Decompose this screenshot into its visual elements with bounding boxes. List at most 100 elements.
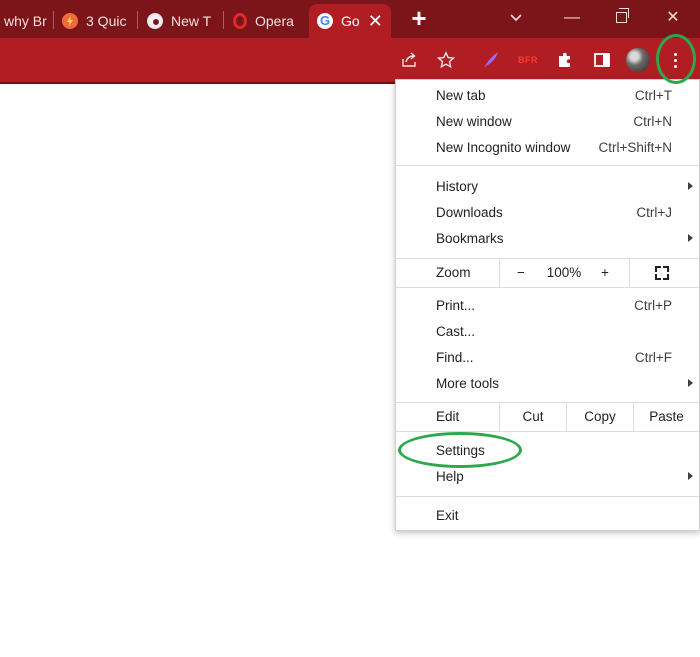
menu-item-more-tools[interactable]: More tools — [396, 370, 699, 396]
menu-label: Cast... — [436, 323, 476, 339]
bookmark-star-icon[interactable] — [434, 48, 458, 72]
submenu-arrow-icon — [688, 182, 693, 190]
menu-item-print[interactable]: Print... Ctrl+P — [396, 292, 699, 318]
menu-label: Find... — [436, 349, 474, 365]
menu-item-new-window[interactable]: New window Ctrl+N — [396, 108, 699, 134]
tab-why[interactable]: why Br — [4, 6, 48, 36]
tab-separator — [223, 11, 224, 29]
restore-button[interactable] — [598, 4, 644, 32]
menu-label: Bookmarks — [436, 230, 504, 246]
menu-label: Print... — [436, 297, 476, 313]
bolt-icon — [62, 13, 78, 29]
zoom-row: Zoom − 100% + — [396, 258, 699, 288]
feather-extension-icon[interactable] — [479, 48, 503, 72]
tab-title: New T — [171, 13, 212, 29]
share-icon[interactable] — [397, 48, 421, 72]
chrome-main-menu: New tab Ctrl+T New window Ctrl+N New Inc… — [395, 79, 700, 531]
extensions-puzzle-icon[interactable] — [553, 48, 577, 72]
kebab-dot — [673, 58, 677, 62]
menu-label: Exit — [436, 507, 459, 523]
profile-avatar[interactable] — [626, 48, 650, 72]
menu-label: New Incognito window — [436, 139, 571, 155]
kebab-dot — [673, 64, 677, 68]
avatar — [626, 48, 650, 72]
edit-row: Edit Cut Copy Paste — [396, 402, 699, 432]
minimize-button[interactable]: — — [549, 4, 595, 32]
tab-google-active[interactable]: G Go ✕ — [309, 4, 391, 38]
bfr-extension-icon[interactable]: BFR — [514, 48, 542, 72]
fullscreen-corner — [663, 266, 669, 272]
menu-divider — [396, 496, 699, 497]
kebab-dot — [673, 52, 677, 56]
menu-item-find[interactable]: Find... Ctrl+F — [396, 344, 699, 370]
zoom-divider — [499, 259, 500, 287]
menu-label: Settings — [436, 442, 485, 458]
chrome-menu-button[interactable] — [663, 48, 687, 72]
submenu-arrow-icon — [688, 472, 693, 480]
menu-item-bookmarks[interactable]: Bookmarks — [396, 225, 699, 251]
zoom-divider — [629, 259, 630, 287]
zoom-label: Zoom — [436, 265, 471, 280]
chevron-down-icon — [510, 14, 522, 22]
zoom-out-button[interactable]: − — [506, 259, 536, 287]
restore-icon — [615, 8, 629, 23]
submenu-arrow-icon — [688, 234, 693, 242]
google-icon: G — [317, 13, 333, 29]
zoom-in-button[interactable]: + — [590, 259, 620, 287]
menu-label: Downloads — [436, 204, 503, 220]
fullscreen-icon[interactable] — [655, 266, 669, 280]
fullscreen-corner — [663, 274, 669, 280]
menu-item-exit[interactable]: Exit — [396, 502, 699, 528]
tab-title: why Br — [4, 13, 47, 29]
fullscreen-corner — [655, 266, 661, 272]
menu-item-new-incognito[interactable]: New Incognito window Ctrl+Shift+N — [396, 134, 699, 160]
menu-item-settings[interactable]: Settings — [396, 437, 699, 463]
close-tab-icon[interactable]: ✕ — [368, 12, 383, 30]
new-tab-button[interactable]: + — [408, 5, 430, 32]
menu-item-downloads[interactable]: Downloads Ctrl+J — [396, 199, 699, 225]
side-panel-glyph — [594, 53, 610, 67]
menu-shortcut: Ctrl+T — [634, 87, 672, 103]
menu-item-history[interactable]: History — [396, 173, 699, 199]
side-panel-icon[interactable] — [590, 48, 614, 72]
puzzle-glyph — [559, 52, 570, 67]
tab-strip: why Br 3 Quic New T Opera G Go ✕ + — ✕ — [0, 0, 700, 38]
menu-shortcut: Ctrl+F — [634, 349, 672, 365]
star-glyph — [437, 51, 455, 69]
tab-separator — [53, 11, 54, 29]
tab-title: Opera — [255, 13, 294, 29]
menu-shortcut: Ctrl+P — [634, 297, 672, 313]
tab-opera[interactable]: Opera — [233, 6, 303, 36]
edit-label: Edit — [436, 409, 460, 424]
menu-label: History — [436, 178, 479, 194]
menu-shortcut: Ctrl+J — [636, 204, 672, 220]
feather-glyph — [484, 52, 498, 68]
menu-item-help[interactable]: Help — [396, 463, 699, 489]
tab-title: 3 Quic — [86, 13, 127, 29]
tab-3-quick[interactable]: 3 Quic — [62, 6, 132, 36]
submenu-arrow-icon — [688, 379, 693, 387]
tab-separator — [137, 11, 138, 29]
paste-button[interactable]: Paste — [634, 403, 699, 431]
menu-item-new-tab[interactable]: New tab Ctrl+T — [396, 82, 699, 108]
tab-new-tab[interactable]: New T — [147, 6, 217, 36]
fullscreen-corner — [655, 274, 661, 280]
close-window-button[interactable]: ✕ — [650, 4, 696, 32]
chrome-icon — [147, 13, 163, 29]
menu-label: New tab — [436, 87, 486, 103]
menu-divider — [396, 165, 699, 166]
menu-item-cast[interactable]: Cast... — [396, 318, 699, 344]
tab-search-button[interactable] — [493, 4, 539, 32]
toolbar: BFR — [0, 38, 700, 84]
tab-title: Go — [341, 13, 360, 29]
share-glyph — [402, 52, 416, 67]
cut-button[interactable]: Cut — [500, 403, 566, 431]
menu-shortcut: Ctrl+Shift+N — [598, 139, 672, 155]
menu-label: More tools — [436, 375, 500, 391]
zoom-level-value: 100% — [546, 265, 582, 280]
bfr-badge: BFR — [518, 55, 538, 65]
copy-button[interactable]: Copy — [567, 403, 633, 431]
menu-label: New window — [436, 113, 512, 129]
menu-label: Help — [436, 468, 464, 484]
menu-shortcut: Ctrl+N — [633, 113, 672, 129]
